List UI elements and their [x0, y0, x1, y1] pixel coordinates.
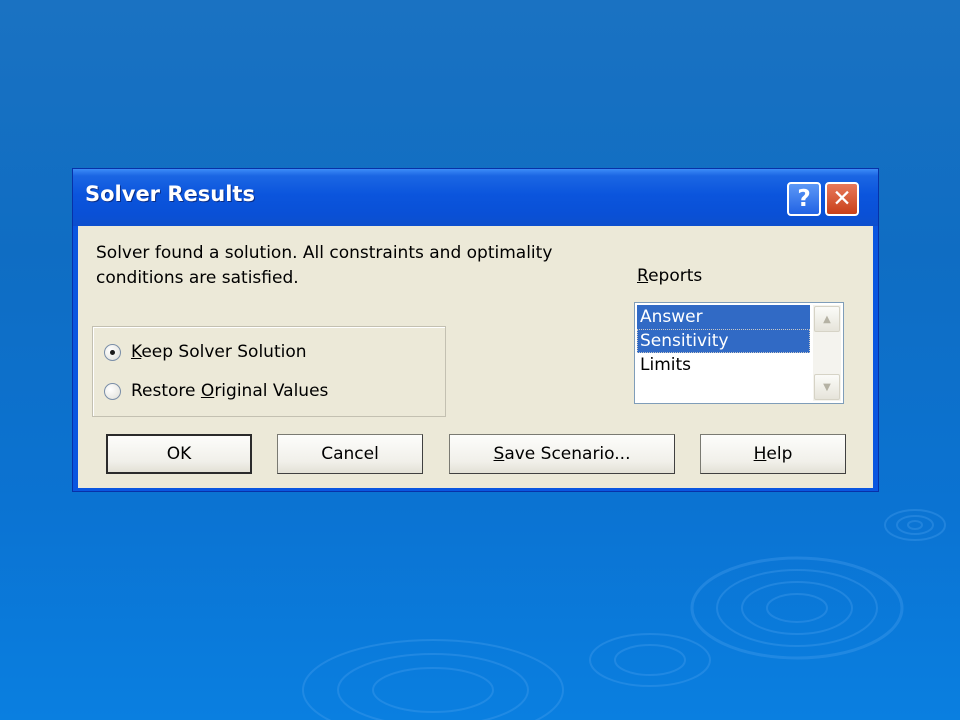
radio-selected-dot — [110, 349, 115, 355]
cancel-button[interactable]: Cancel — [277, 434, 423, 474]
question-mark-icon: ? — [797, 185, 811, 212]
reports-heading: Reports — [637, 266, 703, 286]
ok-button[interactable]: OK — [106, 434, 252, 474]
report-item-answer[interactable]: Answer — [637, 305, 810, 329]
save-scenario-button[interactable]: Save Scenario... — [449, 434, 675, 474]
scroll-up-arrow-icon[interactable]: ▲ — [814, 306, 840, 332]
titlebar-close-button[interactable]: ✕ — [825, 182, 859, 216]
reports-list: Answer Sensitivity Limits — [637, 305, 810, 377]
keep-solver-solution-radio[interactable] — [104, 343, 121, 361]
result-message-line-2: conditions are satisfied. — [96, 268, 299, 288]
close-icon: ✕ — [832, 185, 852, 212]
title-bar[interactable]: Solver Results ? ✕ — [73, 169, 878, 226]
help-button[interactable]: Help — [700, 434, 846, 474]
restore-original-values-option[interactable]: Restore Original Values — [104, 378, 328, 404]
report-item-sensitivity[interactable]: Sensitivity — [637, 329, 810, 353]
reports-scrollbar[interactable]: ▲ ▼ — [813, 305, 841, 401]
dialog-title: Solver Results — [85, 182, 255, 206]
result-message-line-1: Solver found a solution. All constraints… — [96, 243, 553, 263]
report-item-limits[interactable]: Limits — [637, 353, 810, 377]
scroll-down-arrow-icon[interactable]: ▼ — [814, 374, 840, 400]
restore-original-values-radio[interactable] — [104, 382, 121, 400]
titlebar-help-button[interactable]: ? — [787, 182, 821, 216]
keep-solver-solution-option[interactable]: Keep Solver Solution — [104, 339, 307, 365]
reports-listbox[interactable]: Answer Sensitivity Limits ▲ ▼ — [634, 302, 844, 404]
restore-original-values-label[interactable]: Restore Original Values — [131, 381, 328, 401]
result-message: Solver found a solution. All constraints… — [96, 241, 616, 291]
keep-solver-solution-label[interactable]: Keep Solver Solution — [131, 342, 307, 362]
